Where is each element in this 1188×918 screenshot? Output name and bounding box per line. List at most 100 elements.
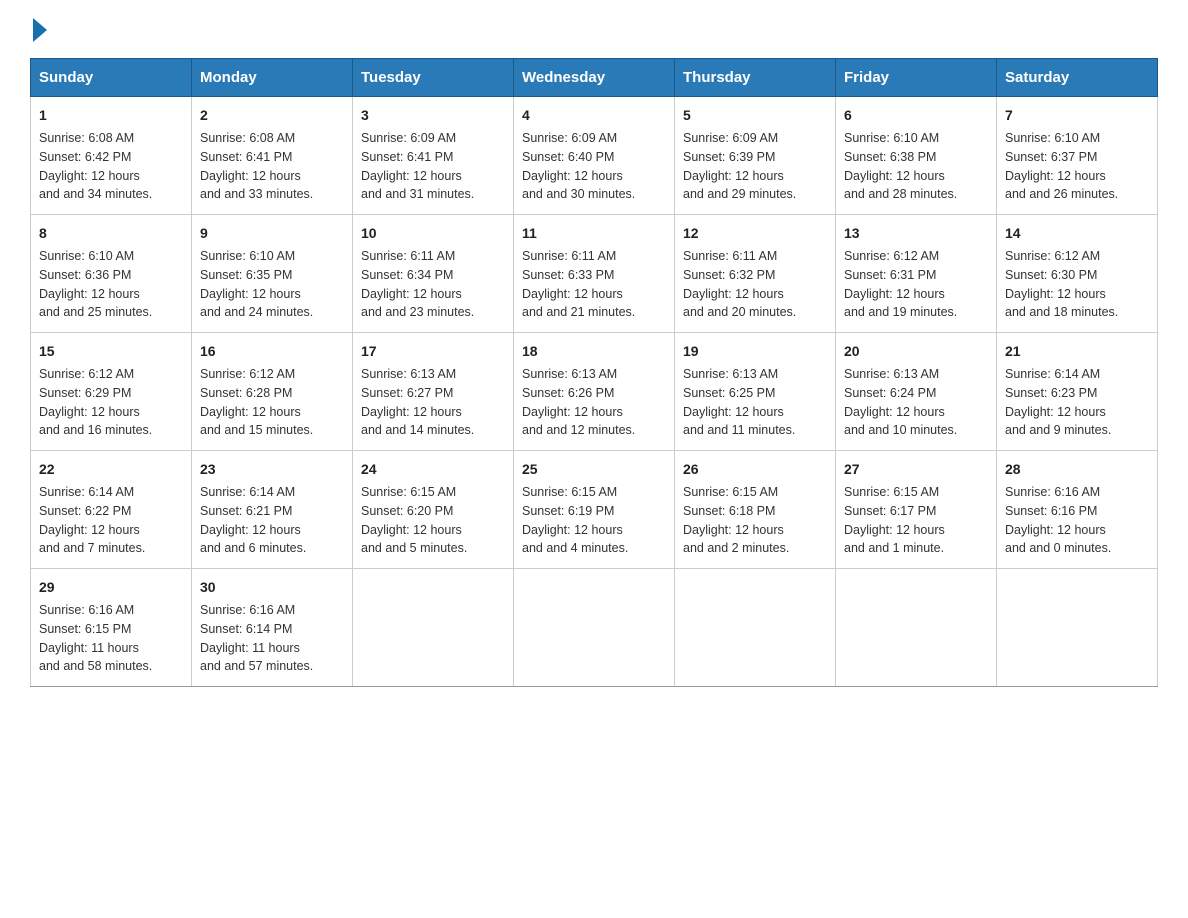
calendar-week-1: 1 Sunrise: 6:08 AMSunset: 6:42 PMDaylight… (31, 97, 1158, 215)
calendar-week-3: 15 Sunrise: 6:12 AMSunset: 6:29 PMDayligh… (31, 333, 1158, 451)
day-number: 24 (361, 459, 505, 480)
calendar-cell: 30 Sunrise: 6:16 AMSunset: 6:14 PMDayligh… (192, 569, 353, 687)
day-number: 4 (522, 105, 666, 126)
day-number: 19 (683, 341, 827, 362)
day-number: 11 (522, 223, 666, 244)
page-header (30, 20, 1158, 38)
day-number: 5 (683, 105, 827, 126)
calendar-cell: 14 Sunrise: 6:12 AMSunset: 6:30 PMDayligh… (997, 215, 1158, 333)
calendar-cell: 5 Sunrise: 6:09 AMSunset: 6:39 PMDaylight… (675, 97, 836, 215)
day-number: 8 (39, 223, 183, 244)
day-number: 14 (1005, 223, 1149, 244)
day-info: Sunrise: 6:12 AMSunset: 6:30 PMDaylight:… (1005, 249, 1118, 319)
calendar-cell: 10Sunrise: 6:11 AMSunset: 6:34 PMDayligh… (353, 215, 514, 333)
day-number: 28 (1005, 459, 1149, 480)
day-info: Sunrise: 6:13 AMSunset: 6:25 PMDaylight:… (683, 367, 795, 437)
calendar-cell: 1 Sunrise: 6:08 AMSunset: 6:42 PMDaylight… (31, 97, 192, 215)
day-number: 22 (39, 459, 183, 480)
day-number: 25 (522, 459, 666, 480)
day-number: 12 (683, 223, 827, 244)
calendar-cell: 15 Sunrise: 6:12 AMSunset: 6:29 PMDayligh… (31, 333, 192, 451)
calendar-cell: 26 Sunrise: 6:15 AMSunset: 6:18 PMDayligh… (675, 451, 836, 569)
calendar-cell: 23 Sunrise: 6:14 AMSunset: 6:21 PMDayligh… (192, 451, 353, 569)
day-number: 2 (200, 105, 344, 126)
calendar-cell: 16Sunrise: 6:12 AMSunset: 6:28 PMDayligh… (192, 333, 353, 451)
day-info: Sunrise: 6:09 AMSunset: 6:41 PMDaylight:… (361, 131, 474, 201)
calendar-cell (675, 569, 836, 687)
day-number: 18 (522, 341, 666, 362)
day-info: Sunrise: 6:12 AMSunset: 6:31 PMDaylight:… (844, 249, 957, 319)
day-number: 20 (844, 341, 988, 362)
day-number: 21 (1005, 341, 1149, 362)
day-info: Sunrise: 6:15 AMSunset: 6:20 PMDaylight:… (361, 485, 467, 555)
calendar-cell: 11 Sunrise: 6:11 AMSunset: 6:33 PMDayligh… (514, 215, 675, 333)
day-info: Sunrise: 6:13 AMSunset: 6:26 PMDaylight:… (522, 367, 635, 437)
day-number: 27 (844, 459, 988, 480)
calendar-cell (836, 569, 997, 687)
calendar-cell: 13 Sunrise: 6:12 AMSunset: 6:31 PMDayligh… (836, 215, 997, 333)
day-info: Sunrise: 6:15 AMSunset: 6:19 PMDaylight:… (522, 485, 628, 555)
calendar-cell (353, 569, 514, 687)
day-info: Sunrise: 6:09 AMSunset: 6:39 PMDaylight:… (683, 131, 796, 201)
day-number: 1 (39, 105, 183, 126)
calendar-cell: 9 Sunrise: 6:10 AMSunset: 6:35 PMDaylight… (192, 215, 353, 333)
calendar-cell: 6 Sunrise: 6:10 AMSunset: 6:38 PMDaylight… (836, 97, 997, 215)
calendar-cell: 3 Sunrise: 6:09 AMSunset: 6:41 PMDaylight… (353, 97, 514, 215)
day-info: Sunrise: 6:16 AMSunset: 6:14 PMDaylight:… (200, 603, 313, 673)
calendar-cell: 24 Sunrise: 6:15 AMSunset: 6:20 PMDayligh… (353, 451, 514, 569)
calendar-cell: 25 Sunrise: 6:15 AMSunset: 6:19 PMDayligh… (514, 451, 675, 569)
calendar-cell: 18 Sunrise: 6:13 AMSunset: 6:26 PMDayligh… (514, 333, 675, 451)
calendar-cell: 12 Sunrise: 6:11 AMSunset: 6:32 PMDayligh… (675, 215, 836, 333)
calendar-cell: 20Sunrise: 6:13 AMSunset: 6:24 PMDayligh… (836, 333, 997, 451)
day-info: Sunrise: 6:12 AMSunset: 6:28 PMDaylight:… (200, 367, 313, 437)
day-info: Sunrise: 6:12 AMSunset: 6:29 PMDaylight:… (39, 367, 152, 437)
day-info: Sunrise: 6:09 AMSunset: 6:40 PMDaylight:… (522, 131, 635, 201)
day-info: Sunrise: 6:16 AMSunset: 6:15 PMDaylight:… (39, 603, 152, 673)
day-number: 10 (361, 223, 505, 244)
day-info: Sunrise: 6:11 AMSunset: 6:33 PMDaylight:… (522, 249, 635, 319)
calendar-cell: 4 Sunrise: 6:09 AMSunset: 6:40 PMDaylight… (514, 97, 675, 215)
calendar-cell: 8 Sunrise: 6:10 AMSunset: 6:36 PMDaylight… (31, 215, 192, 333)
calendar-header-row: SundayMondayTuesdayWednesdayThursdayFrid… (31, 59, 1158, 97)
day-info: Sunrise: 6:15 AMSunset: 6:17 PMDaylight:… (844, 485, 945, 555)
day-info: Sunrise: 6:11 AMSunset: 6:32 PMDaylight:… (683, 249, 796, 319)
day-info: Sunrise: 6:16 AMSunset: 6:16 PMDaylight:… (1005, 485, 1111, 555)
day-number: 9 (200, 223, 344, 244)
day-info: Sunrise: 6:10 AMSunset: 6:36 PMDaylight:… (39, 249, 152, 319)
day-number: 26 (683, 459, 827, 480)
day-info: Sunrise: 6:15 AMSunset: 6:18 PMDaylight:… (683, 485, 789, 555)
day-info: Sunrise: 6:14 AMSunset: 6:23 PMDaylight:… (1005, 367, 1111, 437)
calendar-cell: 7Sunrise: 6:10 AMSunset: 6:37 PMDaylight… (997, 97, 1158, 215)
column-header-wednesday: Wednesday (514, 59, 675, 97)
day-info: Sunrise: 6:08 AMSunset: 6:41 PMDaylight:… (200, 131, 313, 201)
logo-triangle-icon (33, 18, 47, 42)
calendar-cell: 19 Sunrise: 6:13 AMSunset: 6:25 PMDayligh… (675, 333, 836, 451)
day-info: Sunrise: 6:13 AMSunset: 6:27 PMDaylight:… (361, 367, 474, 437)
day-number: 15 (39, 341, 183, 362)
day-info: Sunrise: 6:08 AMSunset: 6:42 PMDaylight:… (39, 131, 152, 201)
calendar-cell: 21 Sunrise: 6:14 AMSunset: 6:23 PMDayligh… (997, 333, 1158, 451)
column-header-saturday: Saturday (997, 59, 1158, 97)
day-number: 17 (361, 341, 505, 362)
day-number: 30 (200, 577, 344, 598)
calendar-cell: 29 Sunrise: 6:16 AMSunset: 6:15 PMDayligh… (31, 569, 192, 687)
day-number: 13 (844, 223, 988, 244)
day-number: 6 (844, 105, 988, 126)
day-info: Sunrise: 6:10 AMSunset: 6:37 PMDaylight:… (1005, 131, 1118, 201)
day-info: Sunrise: 6:10 AMSunset: 6:38 PMDaylight:… (844, 131, 957, 201)
calendar-cell: 28 Sunrise: 6:16 AMSunset: 6:16 PMDayligh… (997, 451, 1158, 569)
column-header-monday: Monday (192, 59, 353, 97)
column-header-sunday: Sunday (31, 59, 192, 97)
calendar-cell: 2 Sunrise: 6:08 AMSunset: 6:41 PMDaylight… (192, 97, 353, 215)
day-number: 3 (361, 105, 505, 126)
column-header-thursday: Thursday (675, 59, 836, 97)
calendar-cell: 22Sunrise: 6:14 AMSunset: 6:22 PMDayligh… (31, 451, 192, 569)
logo (30, 20, 47, 38)
column-header-tuesday: Tuesday (353, 59, 514, 97)
day-info: Sunrise: 6:14 AMSunset: 6:21 PMDaylight:… (200, 485, 306, 555)
calendar-cell: 17 Sunrise: 6:13 AMSunset: 6:27 PMDayligh… (353, 333, 514, 451)
day-number: 23 (200, 459, 344, 480)
day-number: 29 (39, 577, 183, 598)
day-info: Sunrise: 6:10 AMSunset: 6:35 PMDaylight:… (200, 249, 313, 319)
calendar-table: SundayMondayTuesdayWednesdayThursdayFrid… (30, 58, 1158, 687)
